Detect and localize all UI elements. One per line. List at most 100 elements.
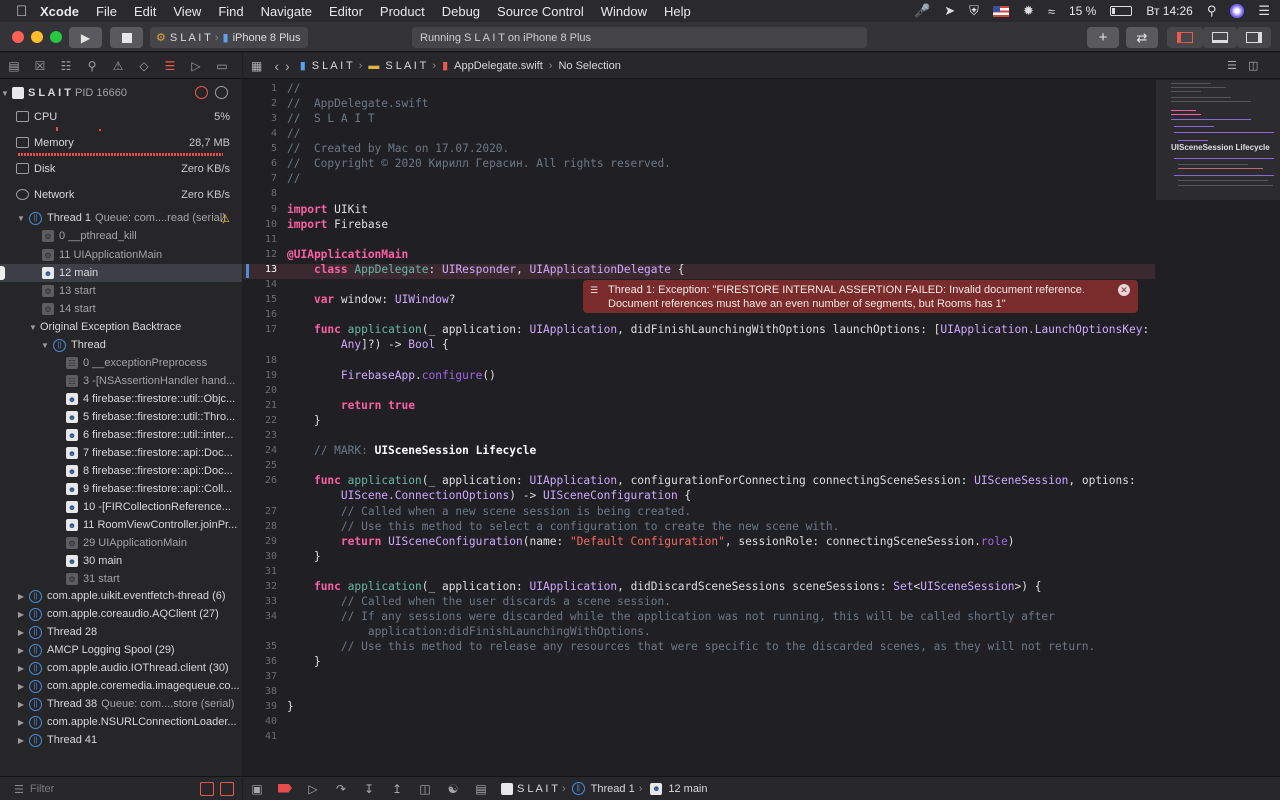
menu-help[interactable]: Help: [664, 4, 691, 19]
us-flag-icon[interactable]: [992, 5, 1009, 17]
apple-menu-icon[interactable]: : [16, 3, 40, 20]
menu-debug[interactable]: Debug: [442, 4, 480, 19]
notification-center-icon[interactable]: ☰: [1258, 3, 1270, 19]
thread-1-row[interactable]: ▼ || Thread 1 Queue: com....read (serial…: [0, 209, 242, 227]
frame-row[interactable]: ☻ 8 firebase::firestore::api::Doc...: [0, 462, 242, 480]
add-editor-icon[interactable]: ◫: [1248, 59, 1258, 72]
run-button[interactable]: ▶: [69, 27, 102, 48]
disclosure-closed-icon[interactable]: ▶: [16, 610, 26, 619]
minimap[interactable]: UISceneSession Lifecycle: [1156, 80, 1280, 776]
menu-view[interactable]: View: [173, 4, 201, 19]
continue-icon[interactable]: ▷: [305, 782, 321, 796]
thread-row[interactable]: ▶ || com.apple.NSURLConnectionLoader...: [0, 713, 242, 731]
disk-gauge[interactable]: Disk Zero KB/s: [0, 161, 242, 187]
disclosure-open-icon[interactable]: ▼: [0, 89, 10, 98]
find-navigator-icon[interactable]: ⚲: [84, 58, 100, 74]
frame-row[interactable]: ☻ 9 firebase::firestore::api::Coll...: [0, 480, 242, 498]
scheme-selector[interactable]: ⚙ S L A I T › ▮ iPhone 8 Plus: [150, 27, 308, 48]
frame-row[interactable]: ☻ 10 -[FIRCollectionReference...: [0, 498, 242, 516]
disclosure-open-icon[interactable]: ▼: [16, 214, 26, 223]
frame-row-selected[interactable]: ☻ 12 main: [0, 264, 242, 282]
thread-row[interactable]: ▶ || com.apple.uikit.eventfetch-thread (6): [0, 587, 242, 605]
thread-row[interactable]: ▶ || Thread 28: [0, 623, 242, 641]
debug-project-name[interactable]: S L A I T: [517, 783, 558, 795]
report-navigator-icon[interactable]: ▭: [214, 58, 230, 74]
frame-row[interactable]: ☻ 11 RoomViewController.joinPr...: [0, 516, 242, 534]
frame-row[interactable]: ☻ 30 main: [0, 552, 242, 570]
menu-find[interactable]: Find: [218, 4, 243, 19]
memory-gauge[interactable]: Memory 28,7 MB: [0, 135, 242, 161]
jumpbar-project[interactable]: S L A I T: [312, 60, 353, 72]
debug-thread-name[interactable]: Thread 1: [591, 783, 635, 795]
test-navigator-diamond-icon[interactable]: ◇: [136, 58, 152, 74]
toggle-navigator-button[interactable]: [1167, 27, 1203, 48]
related-items-grid-icon[interactable]: ▦: [251, 59, 262, 73]
code-review-button[interactable]: ⇄: [1126, 27, 1158, 48]
menubar-clock[interactable]: Вт 14:26: [1146, 4, 1192, 18]
disclosure-closed-icon[interactable]: ▶: [16, 646, 26, 655]
debug-view-hierarchy-icon[interactable]: ◫: [417, 782, 433, 796]
thread-row[interactable]: ▶ || com.apple.coremedia.imagequeue.co...: [0, 677, 242, 695]
stop-button[interactable]: [110, 27, 143, 48]
hide-debug-area-icon[interactable]: ▣: [249, 782, 265, 796]
menu-window[interactable]: Window: [601, 4, 647, 19]
disclosure-closed-icon[interactable]: ▶: [16, 718, 26, 727]
window-close-button[interactable]: [12, 31, 24, 43]
process-options-icon[interactable]: [215, 86, 228, 99]
close-annotation-icon[interactable]: ✕: [1118, 284, 1130, 296]
disclosure-open-icon[interactable]: ▼: [40, 341, 50, 350]
menu-navigate[interactable]: Navigate: [261, 4, 312, 19]
menu-app-xcode[interactable]: Xcode: [40, 4, 79, 19]
exception-annotation-banner[interactable]: ☰ Thread 1: Exception: "FIRESTORE INTERN…: [583, 280, 1138, 313]
location-icon[interactable]: ➤: [944, 3, 955, 19]
frame-row[interactable]: ⚙ 29 UIApplicationMain: [0, 534, 242, 552]
library-add-button[interactable]: +: [1087, 27, 1119, 48]
thread-row[interactable]: ▶ || Thread 41: [0, 731, 242, 749]
step-over-icon[interactable]: ↷: [333, 782, 349, 796]
symbol-navigator-icon[interactable]: ☷: [58, 58, 74, 74]
memory-graph-icon[interactable]: ☯: [445, 782, 461, 796]
menu-editor[interactable]: Editor: [329, 4, 363, 19]
breakpoint-navigator-icon[interactable]: ▷: [188, 58, 204, 74]
frame-row[interactable]: ⚙ 14 start: [0, 300, 242, 318]
frame-row[interactable]: ⚙ 13 start: [0, 282, 242, 300]
toggle-inspector-button[interactable]: [1237, 27, 1271, 48]
disclosure-closed-icon[interactable]: ▶: [16, 592, 26, 601]
menu-file[interactable]: File: [96, 4, 117, 19]
editor-options-icon[interactable]: ☰: [1227, 59, 1237, 72]
project-navigator-folder-icon[interactable]: ▤: [6, 58, 22, 74]
menu-edit[interactable]: Edit: [134, 4, 156, 19]
bluetooth-icon[interactable]: ✹: [1023, 3, 1034, 19]
step-out-icon[interactable]: ↥: [389, 782, 405, 796]
disclosure-closed-icon[interactable]: ▶: [16, 628, 26, 637]
disclosure-closed-icon[interactable]: ▶: [16, 682, 26, 691]
source-control-navigator-icon[interactable]: ☒: [32, 58, 48, 74]
thread-row[interactable]: ▶ || com.apple.coreaudio.AQClient (27): [0, 605, 242, 623]
process-row[interactable]: ▼ S L A I T PID 16660: [0, 84, 242, 102]
filter-crashed-threads-icon[interactable]: [200, 782, 214, 796]
frame-row[interactable]: ⚙ 0 __pthread_kill: [0, 227, 242, 245]
code-area[interactable]: 1 2 3 4 5 6 7 8 9 10 11 12 13 14 15 16 1…: [243, 80, 1155, 776]
filter-input[interactable]: ☰ Filter: [14, 781, 194, 797]
window-zoom-button[interactable]: [50, 31, 62, 43]
disclosure-closed-icon[interactable]: ▶: [16, 700, 26, 709]
wifi-icon[interactable]: ≈: [1048, 4, 1055, 19]
frame-row[interactable]: ☷ 3 -[NSAssertionHandler hand...: [0, 372, 242, 390]
microphone-icon[interactable]: 🎤: [914, 3, 930, 19]
back-chevron-icon[interactable]: ‹: [274, 58, 279, 74]
frame-row[interactable]: ⚙ 31 start: [0, 570, 242, 588]
jumpbar-group[interactable]: S L A I T: [385, 60, 426, 72]
frame-row[interactable]: ☻ 6 firebase::firestore::util::inter...: [0, 426, 242, 444]
breakpoints-toggle-icon[interactable]: [277, 782, 293, 796]
battery-icon[interactable]: [1110, 6, 1133, 16]
original-exception-backtrace-row[interactable]: ▼ Original Exception Backtrace: [0, 318, 242, 336]
cpu-gauge[interactable]: CPU 5%: [0, 109, 242, 135]
thread-row[interactable]: ▶ || Thread 38 Queue: com....store (serial): [0, 695, 242, 713]
disclosure-open-icon[interactable]: ▼: [28, 323, 38, 332]
environment-overrides-icon[interactable]: ▤: [473, 782, 489, 796]
siri-icon[interactable]: [1230, 4, 1245, 18]
frame-row[interactable]: ☷ 0 __exceptionPreprocess: [0, 354, 242, 372]
disclosure-closed-icon[interactable]: ▶: [16, 664, 26, 673]
step-into-icon[interactable]: ↧: [361, 782, 377, 796]
frame-row[interactable]: ⚙ 11 UIApplicationMain: [0, 246, 242, 264]
